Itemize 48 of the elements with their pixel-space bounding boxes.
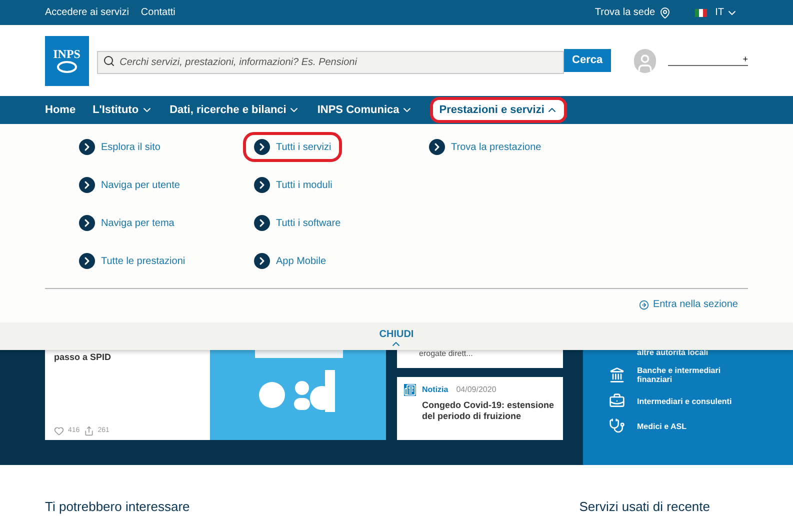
card-title: passo a SPID xyxy=(54,351,112,364)
enter-section-link[interactable]: Entra nella sezione xyxy=(638,297,738,312)
language-selector[interactable]: IT xyxy=(715,5,738,20)
close-menu-button[interactable]: CHIUDI xyxy=(379,323,414,350)
nav-tab[interactable]: L'Istituto xyxy=(86,97,159,123)
bank-icon xyxy=(609,367,625,383)
heart-icon xyxy=(54,426,64,436)
user-link[interactable]: altre autorità locali xyxy=(609,348,749,357)
section-heading: Servizi usati di recente xyxy=(579,499,710,514)
nav-tab[interactable]: Prestazioni e servizi xyxy=(430,97,568,123)
login-field[interactable]: + xyxy=(668,55,748,66)
italian-flag-icon xyxy=(695,8,708,16)
briefcase-icon xyxy=(609,393,625,409)
location-pin-icon xyxy=(659,6,672,18)
menu-link[interactable]: Tutti i software xyxy=(254,214,341,232)
arrow-circle-icon xyxy=(638,300,649,310)
news-card[interactable]: Notizia 04/09/2020 Congedo Covid-19: estensione del periodo di fruizione xyxy=(397,377,563,440)
logo[interactable]: INPS xyxy=(45,36,89,86)
avatar-icon[interactable] xyxy=(634,48,656,72)
menu-link[interactable]: Tutte le prestazioni xyxy=(79,252,186,270)
stethoscope-icon xyxy=(609,418,625,434)
menu-link[interactable]: App Mobile xyxy=(254,252,326,270)
search-field[interactable]: Cerchi servizi, prestazioni, informazioni? Es. Pensioni xyxy=(96,51,564,74)
news-type: Notizia xyxy=(422,384,448,396)
section-heading: Ti potrebbero interessare xyxy=(45,499,190,514)
news-excerpt: erogate dirett... xyxy=(419,350,473,358)
search-icon xyxy=(102,55,115,67)
nav-tab[interactable]: Home xyxy=(39,97,82,123)
news-icon xyxy=(404,384,416,396)
news-title: Congedo Covid-19: estensione del periodo di fruizione xyxy=(422,400,556,422)
menu-link[interactable]: Naviga per tema xyxy=(79,214,174,232)
user-link[interactable]: Medici e ASL xyxy=(609,418,749,434)
news-card[interactable]: erogate dirett... xyxy=(397,350,563,368)
menu-link[interactable]: Esplora il sito xyxy=(79,138,160,156)
menu-link[interactable]: Tutti i moduli xyxy=(254,176,332,194)
share-icon xyxy=(84,426,94,436)
news-date: 04/09/2020 xyxy=(456,384,496,396)
top-link[interactable]: Contatti xyxy=(140,5,176,20)
menu-link[interactable]: Trova la prestazione xyxy=(429,138,542,156)
top-link[interactable]: Accedere ai servizi xyxy=(45,5,129,20)
menu-link[interactable]: Tutti i servizi xyxy=(243,132,342,162)
user-link[interactable]: Banche e intermediari finanziari xyxy=(609,366,749,384)
find-office-link[interactable]: Trova la sede xyxy=(594,5,656,20)
menu-link[interactable]: Naviga per utente xyxy=(79,176,180,194)
search-button[interactable]: Cerca xyxy=(564,49,611,72)
nav-tab[interactable]: Dati, ricerche e bilanci xyxy=(164,97,306,123)
nav-tab[interactable]: INPS Comunica xyxy=(311,97,420,123)
user-link[interactable]: Intermediari e consulenti xyxy=(609,393,749,409)
